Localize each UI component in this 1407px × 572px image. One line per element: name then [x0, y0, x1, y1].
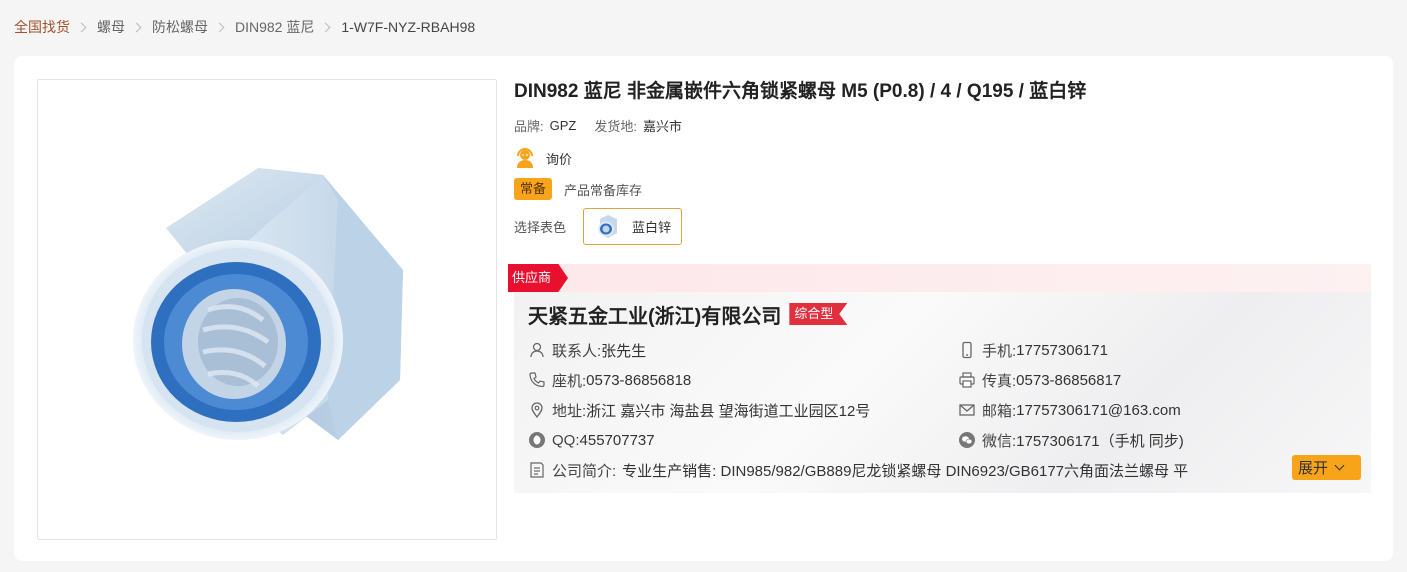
- breadcrumb-current: 1-W7F-NYZ-RBAH98: [341, 19, 476, 35]
- wechat-label: 微信:: [982, 432, 1017, 450]
- email-value[interactable]: 17757306171@163.com: [1016, 402, 1181, 419]
- qq-row: QQ: 455707737: [528, 429, 655, 451]
- fax-row: 传真: 0573-86856817: [958, 369, 1121, 391]
- color-selector: 选择表色 蓝白锌: [514, 208, 1374, 245]
- expand-button[interactable]: 展开: [1292, 455, 1361, 480]
- supplier-panel: 供应商 天紧五金工业(浙江)有限公司 综合型 联系人: 张先生 手机: 1775…: [508, 264, 1371, 493]
- chevron-right-icon: [131, 22, 142, 32]
- product-card: DIN982 蓝尼 非金属嵌件六角锁紧螺母 M5 (P0.8) / 4 / Q1…: [14, 56, 1393, 561]
- breadcrumb-home[interactable]: 全国找货: [14, 17, 70, 37]
- wechat-value: 1757306171（手机 同步): [1016, 432, 1184, 450]
- mobile-phone-icon: [962, 341, 972, 359]
- origin-value: 嘉兴市: [642, 118, 682, 134]
- brand-label: 品牌:: [514, 118, 544, 134]
- address-row: 地址: 浙江 嘉兴市 海盐县 望海街道工业园区12号: [528, 399, 870, 421]
- product-title: DIN982 蓝尼 非金属嵌件六角锁紧螺母 M5 (P0.8) / 4 / Q1…: [514, 81, 1087, 102]
- breadcrumb-lock-nuts[interactable]: 防松螺母: [152, 17, 208, 37]
- color-option-label: 蓝白锌: [632, 220, 672, 235]
- company-type-badge: 综合型: [789, 303, 848, 325]
- email-label: 邮箱:: [982, 402, 1017, 420]
- nut-thumbnail-icon: [598, 214, 618, 238]
- product-meta: 品牌: GPZ 发货地: 嘉兴市: [514, 116, 1374, 134]
- email-row: 邮箱: 17757306171@163.com: [958, 399, 1181, 421]
- phone-label: 座机:: [552, 372, 587, 390]
- mobile-row: 手机: 17757306171: [958, 339, 1108, 361]
- wechat-icon: [959, 432, 975, 448]
- intro-label: 公司简介:: [552, 462, 617, 480]
- printer-icon: [959, 372, 975, 388]
- intro-row: 公司简介: 专业生产销售: DIN985/982/GB889尼龙锁紧螺母 DIN…: [528, 459, 1188, 481]
- stock-row: 常备 产品常备库存: [514, 178, 1374, 200]
- inquiry-label: 询价: [546, 151, 573, 167]
- intro-text: 专业生产销售: DIN985/982/GB889尼龙锁紧螺母 DIN6923/G…: [622, 462, 1189, 480]
- expand-label: 展开: [1298, 460, 1329, 477]
- breadcrumb: 全国找货 螺母 防松螺母 DIN982 蓝尼 1-W7F-NYZ-RBAH98: [14, 17, 475, 37]
- document-icon: [530, 462, 544, 478]
- supplier-tag: 供应商: [508, 264, 568, 292]
- lock-nut-image: [133, 168, 403, 440]
- chevron-right-icon: [214, 22, 225, 32]
- chevron-right-icon: [320, 22, 331, 32]
- stock-badge: 常备: [514, 178, 553, 200]
- chevron-right-icon: [76, 22, 87, 32]
- qq-icon: [529, 432, 545, 448]
- product-image[interactable]: [37, 79, 497, 540]
- chevron-down-icon: [1334, 460, 1345, 471]
- telephone-icon: [529, 372, 545, 388]
- breadcrumb-nuts[interactable]: 螺母: [97, 17, 125, 37]
- wechat-row: 微信: 1757306171（手机 同步): [958, 429, 1184, 451]
- contact-row: 联系人: 张先生: [528, 339, 646, 361]
- address-value: 浙江 嘉兴市 海盐县 望海街道工业园区12号: [586, 402, 871, 420]
- mobile-label: 手机:: [982, 342, 1017, 360]
- phone-row: 座机: 0573-86856818: [528, 369, 691, 391]
- fax-value: 0573-86856817: [1016, 371, 1122, 389]
- qq-value[interactable]: 455707737: [580, 432, 655, 449]
- address-label: 地址:: [552, 402, 587, 420]
- customer-service-icon: [517, 148, 533, 168]
- fax-label: 传真:: [982, 372, 1017, 390]
- phone-value[interactable]: 0573-86856818: [586, 372, 691, 389]
- origin-label: 发货地:: [594, 118, 637, 134]
- inquiry-button[interactable]: 询价: [514, 146, 1374, 170]
- stock-text: 产品常备库存: [564, 182, 643, 198]
- brand-value: GPZ: [549, 117, 577, 133]
- contact-value: 张先生: [601, 342, 647, 360]
- company-name[interactable]: 天紧五金工业(浙江)有限公司: [528, 300, 781, 329]
- color-label: 选择表色: [514, 220, 567, 235]
- mail-icon: [959, 404, 975, 416]
- qq-label: QQ:: [552, 431, 580, 449]
- person-icon: [530, 342, 544, 358]
- contact-label: 联系人:: [552, 342, 602, 360]
- product-info: DIN982 蓝尼 非金属嵌件六角锁紧螺母 M5 (P0.8) / 4 / Q1…: [514, 80, 1374, 245]
- color-option-blue-white-zinc[interactable]: 蓝白锌: [583, 208, 683, 245]
- breadcrumb-din982[interactable]: DIN982 蓝尼: [235, 17, 314, 37]
- location-pin-icon: [531, 402, 543, 419]
- mobile-value[interactable]: 17757306171: [1016, 342, 1108, 359]
